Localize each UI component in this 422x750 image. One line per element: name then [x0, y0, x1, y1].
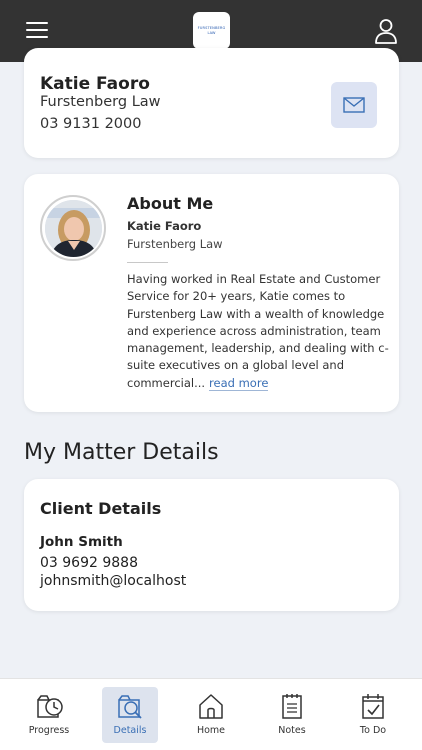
bottom-navigation: Progress Details Home Notes To Do — [0, 678, 422, 750]
nav-notes[interactable]: Notes — [264, 687, 320, 743]
matter-section-title: My Matter Details — [24, 440, 219, 465]
logo-text-line2: LAW — [207, 31, 216, 35]
notes-icon — [282, 694, 302, 719]
nav-todo[interactable]: To Do — [345, 687, 401, 743]
contact-card: Katie Faoro Furstenberg Law 03 9131 2000 — [24, 48, 399, 158]
todo-calendar-icon — [362, 694, 384, 719]
about-firm: Furstenberg Law — [127, 237, 223, 251]
nav-details-label: Details — [113, 725, 147, 736]
client-name: John Smith — [40, 534, 123, 550]
logo-text-line1: FURSTENBERG — [197, 26, 226, 30]
about-bio: Having worked in Real Estate and Custome… — [127, 271, 389, 392]
user-profile-icon[interactable] — [374, 18, 398, 44]
email-button[interactable] — [331, 82, 377, 128]
mail-icon — [343, 97, 365, 113]
client-details-title: Client Details — [40, 499, 162, 518]
contact-firm: Furstenberg Law — [40, 94, 161, 110]
nav-todo-label: To Do — [359, 725, 387, 736]
contact-phone[interactable]: 03 9131 2000 — [40, 116, 141, 132]
nav-progress-label: Progress — [28, 725, 70, 736]
company-logo: FURSTENBERG LAW — [193, 12, 230, 49]
contact-name: Katie Faoro — [40, 74, 150, 94]
progress-clock-icon — [37, 695, 63, 718]
nav-notes-label: Notes — [278, 725, 306, 736]
home-icon — [199, 694, 223, 719]
nav-progress[interactable]: Progress — [21, 687, 77, 743]
profile-photo — [44, 199, 102, 257]
about-bio-text: Having worked in Real Estate and Custome… — [127, 272, 389, 390]
hamburger-menu-icon[interactable] — [26, 20, 48, 38]
client-details-card: Client Details John Smith 03 9692 9888 j… — [24, 479, 399, 611]
about-me-card: About Me Katie Faoro Furstenberg Law Hav… — [24, 174, 399, 412]
read-more-link[interactable]: read more — [209, 375, 269, 391]
nav-details[interactable]: Details — [102, 687, 158, 743]
details-search-icon — [118, 695, 142, 719]
nav-home-label: Home — [196, 725, 226, 736]
nav-home[interactable]: Home — [183, 687, 239, 743]
divider — [127, 262, 168, 263]
about-name: Katie Faoro — [127, 219, 202, 233]
client-phone: 03 9692 9888 — [40, 555, 138, 571]
about-title: About Me — [127, 194, 214, 213]
client-email: johnsmith@localhost — [40, 573, 187, 589]
avatar — [40, 195, 106, 261]
